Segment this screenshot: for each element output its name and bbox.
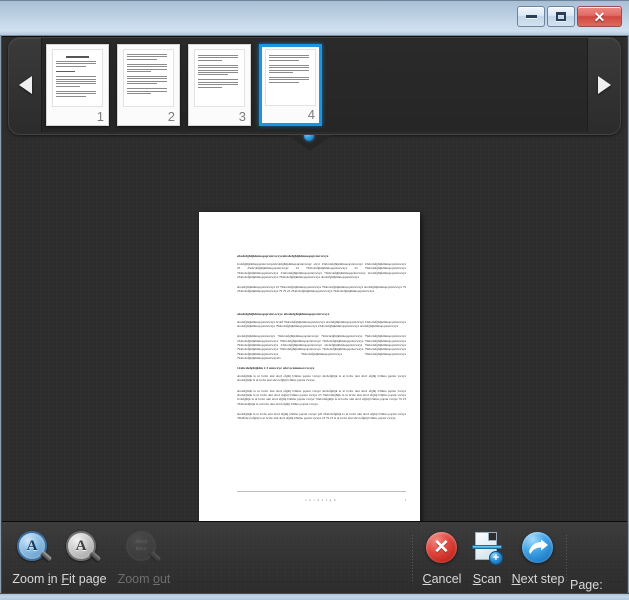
blue-arrow-right-icon <box>518 531 558 569</box>
document-footer-rule <box>237 491 406 492</box>
magnifier-fit-icon: A <box>64 531 104 569</box>
document-footer: a b c d e f g h 1 <box>237 498 406 502</box>
document-paragraph-1: bcdefghijklmnopqrstuvwxyzabcdefghijklmno… <box>237 262 406 279</box>
triangle-left-icon <box>18 76 32 94</box>
thumbnail-number: 3 <box>238 109 246 124</box>
thumbnail-prev-button[interactable] <box>9 38 41 132</box>
scan-label: Scan <box>472 572 502 586</box>
document-heading-3: 12abcdefghijklm 2 3 mnwxyz abcvwxmnnoxvw… <box>237 366 315 371</box>
close-button[interactable]: ✕ <box>577 6 622 27</box>
thumbnail-page-2[interactable]: 2 <box>117 44 180 126</box>
window-titlebar: ✕ <box>0 0 629 36</box>
page-preview-area[interactable]: abcdefghijklmnopqrstuvwxyzabcdefghijklmn… <box>0 131 629 521</box>
document-paragraph-5: abcdefghijk la ut bcdw aiut abcd efghij … <box>237 374 406 383</box>
thumbnail-next-button[interactable] <box>588 38 620 132</box>
triangle-right-icon <box>597 76 611 94</box>
document-paragraph-6: abcdefghijk la ut bcdw aiut abcd efghij … <box>237 388 406 406</box>
fit-page-label: Fit page <box>61 572 107 586</box>
document-page-sheet: abcdefghijklmnopqrstuvwxyzabcdefghijklmn… <box>199 212 420 521</box>
thumbnail-number: 1 <box>96 109 104 124</box>
zoom-out-label: Zoom out <box>117 572 171 586</box>
window-controls: ✕ <box>517 6 622 27</box>
document-heading-1: abcdefghijklmnopqrstuvwxyzabcdefghijklmn… <box>237 254 329 258</box>
thumbnail-page-3[interactable]: 3 <box>188 44 251 126</box>
thumbnail-number: 2 <box>167 109 175 124</box>
document-paragraph-4: abcdefghijklmnopqrstuvwxyz 79abcdefghijk… <box>237 334 406 360</box>
window-left-edge <box>0 36 2 593</box>
next-step-button[interactable]: Next step <box>501 531 575 586</box>
document-paragraph-3: abcdefghijklmnopqrstuvwxyz bcdef 79abcde… <box>237 319 406 329</box>
thumbnail-preview-2 <box>123 49 174 107</box>
document-spacer <box>237 300 406 312</box>
document-text-body: abcdefghijklmnopqrstuvwxyzabcdefghijklmn… <box>237 254 406 427</box>
magnifier-minus-icon: Abcd docx <box>124 531 164 569</box>
toolbar-separator-right <box>566 535 567 583</box>
close-icon: ✕ <box>593 8 606 25</box>
maximize-button[interactable] <box>547 6 575 27</box>
thumbnail-preview-1 <box>52 49 103 107</box>
page-counter-label: Page: <box>570 578 603 592</box>
document-footer-page-number: 1 <box>404 498 407 502</box>
document-paragraph-7: abcdefghijk la ut bcdw aiut abcd efghij … <box>237 411 406 421</box>
minimize-button[interactable] <box>517 6 545 27</box>
client-area: 1 2 3 4 abcdefghijklmnopqrstuvwxyzabcdef… <box>0 36 629 600</box>
thumbnail-preview-4 <box>265 49 316 106</box>
zoom-out-button[interactable]: Abcd docx Zoom out <box>107 531 181 586</box>
scan-preview-window: ✕ 1 2 3 4 abcdefghijklmnopqrstuvwxyzabcd… <box>0 0 629 600</box>
next-step-label: Next step <box>511 572 565 586</box>
thumbnail-strip: 1 2 3 4 <box>8 37 621 135</box>
window-bottom-edge <box>0 593 629 600</box>
document-paragraph-2: abcdefghijklmnopqrstuvwxyz 23 79abcdefgh… <box>237 285 406 294</box>
maximize-icon <box>556 12 566 21</box>
thumbnail-page-1[interactable]: 1 <box>46 44 109 126</box>
document-footer-center: a b c d e f g h <box>305 498 337 502</box>
minimize-icon <box>525 15 537 18</box>
thumbnail-preview-3 <box>194 49 245 107</box>
thumbnail-number: 4 <box>307 107 315 122</box>
document-heading-2: abcdefghijklmnopqrstuvwxyz abcdefghijklm… <box>237 311 330 316</box>
thumbnail-track[interactable]: 1 2 3 4 <box>41 38 588 132</box>
thumbnail-page-4[interactable]: 4 <box>259 44 322 126</box>
